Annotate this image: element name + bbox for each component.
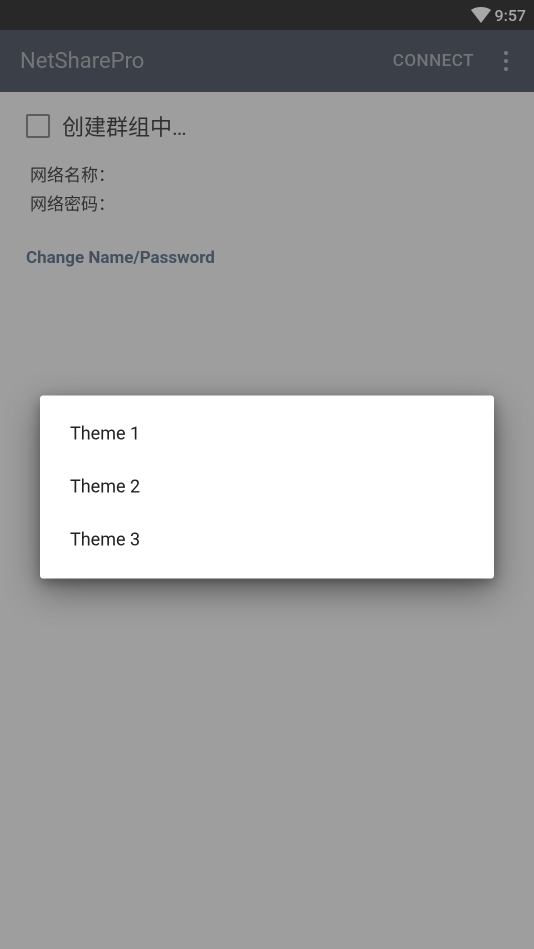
theme-option-1[interactable]: Theme 1 <box>40 408 494 461</box>
theme-option-3[interactable]: Theme 3 <box>40 514 494 567</box>
theme-dialog: Theme 1 Theme 2 Theme 3 <box>40 396 494 579</box>
theme-option-2[interactable]: Theme 2 <box>40 461 494 514</box>
